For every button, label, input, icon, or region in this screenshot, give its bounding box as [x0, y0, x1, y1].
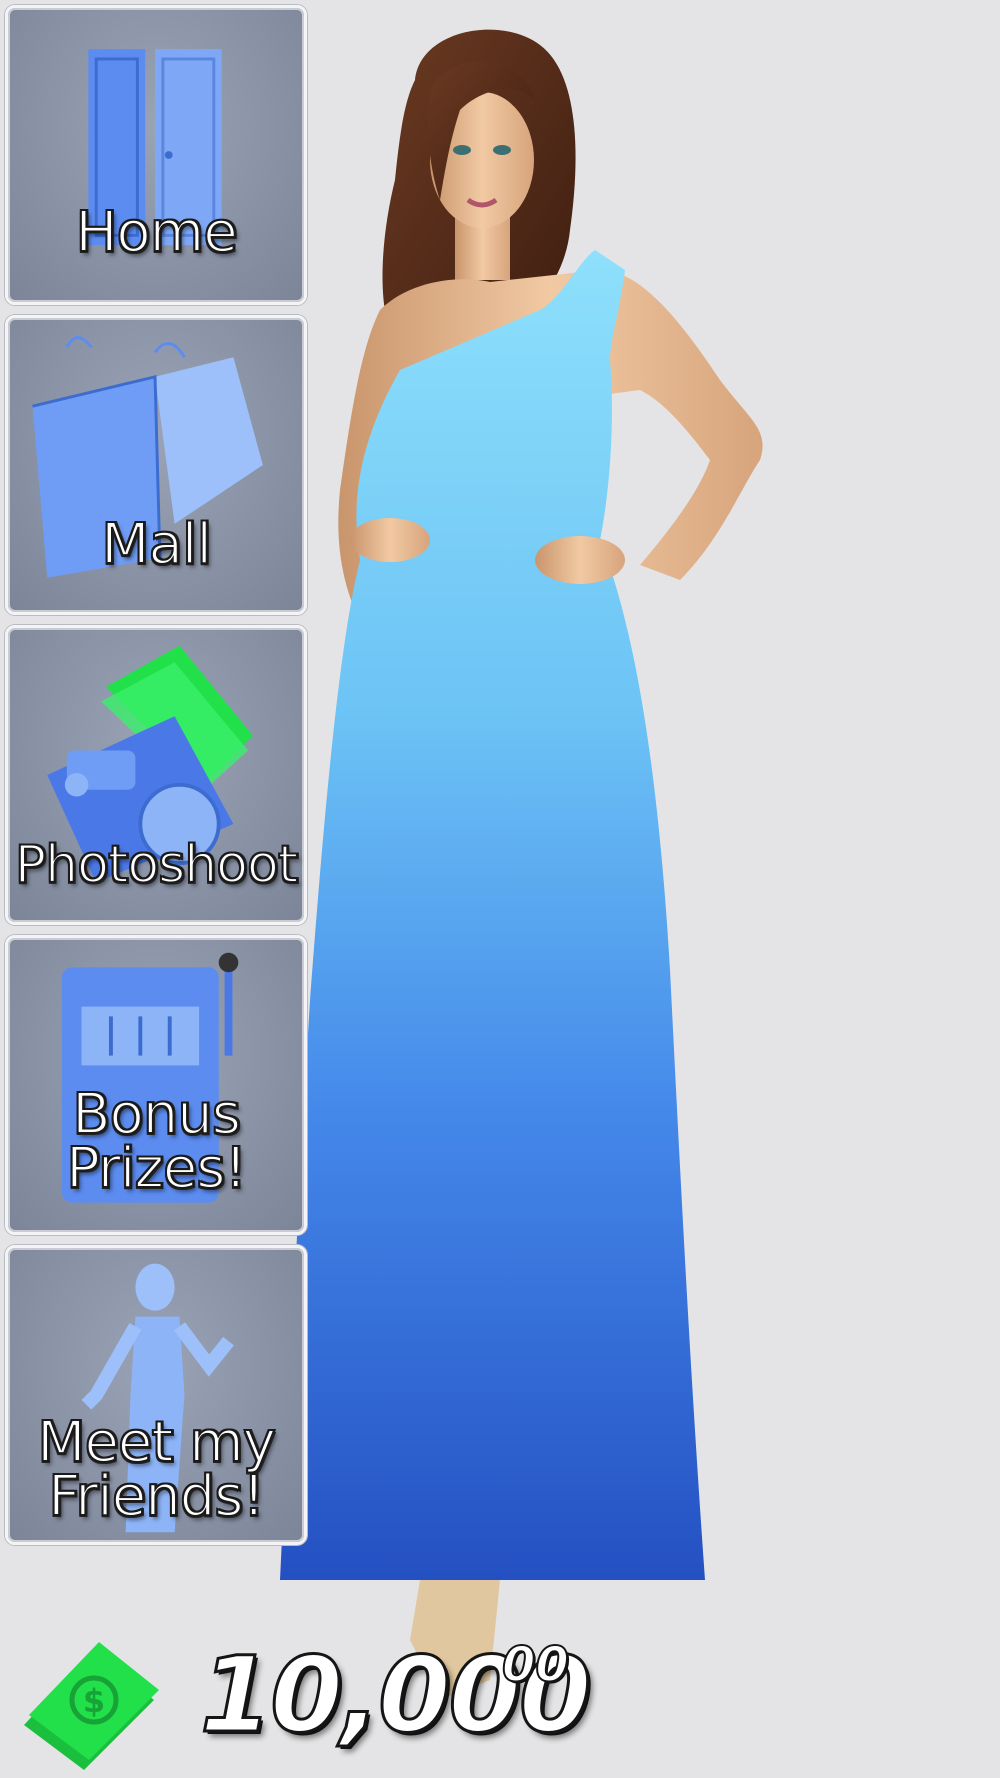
cash-icon: $ — [24, 1642, 159, 1770]
photoshoot-label: Photoshoot — [14, 835, 299, 895]
home-label: Home — [74, 200, 238, 265]
mall-button[interactable]: Mall — [5, 315, 307, 615]
meet-my-friends-label: Meet my Friends! — [36, 1410, 277, 1529]
money-cents: 00 — [501, 1637, 570, 1693]
avatar-figure — [280, 29, 763, 1700]
photoshoot-button[interactable]: Photoshoot — [5, 625, 307, 925]
bonus-prizes-label: Bonus Prizes! — [65, 1082, 248, 1201]
svg-text:$: $ — [83, 1682, 105, 1720]
meet-my-friends-button[interactable]: Meet my Friends! — [5, 1245, 307, 1545]
bonus-prizes-button[interactable]: Bonus Prizes! — [5, 935, 307, 1235]
wallet-display: $ 10,000 00 — [10, 1620, 610, 1770]
mall-label: Mall — [100, 512, 213, 577]
home-button[interactable]: Home — [5, 5, 307, 305]
